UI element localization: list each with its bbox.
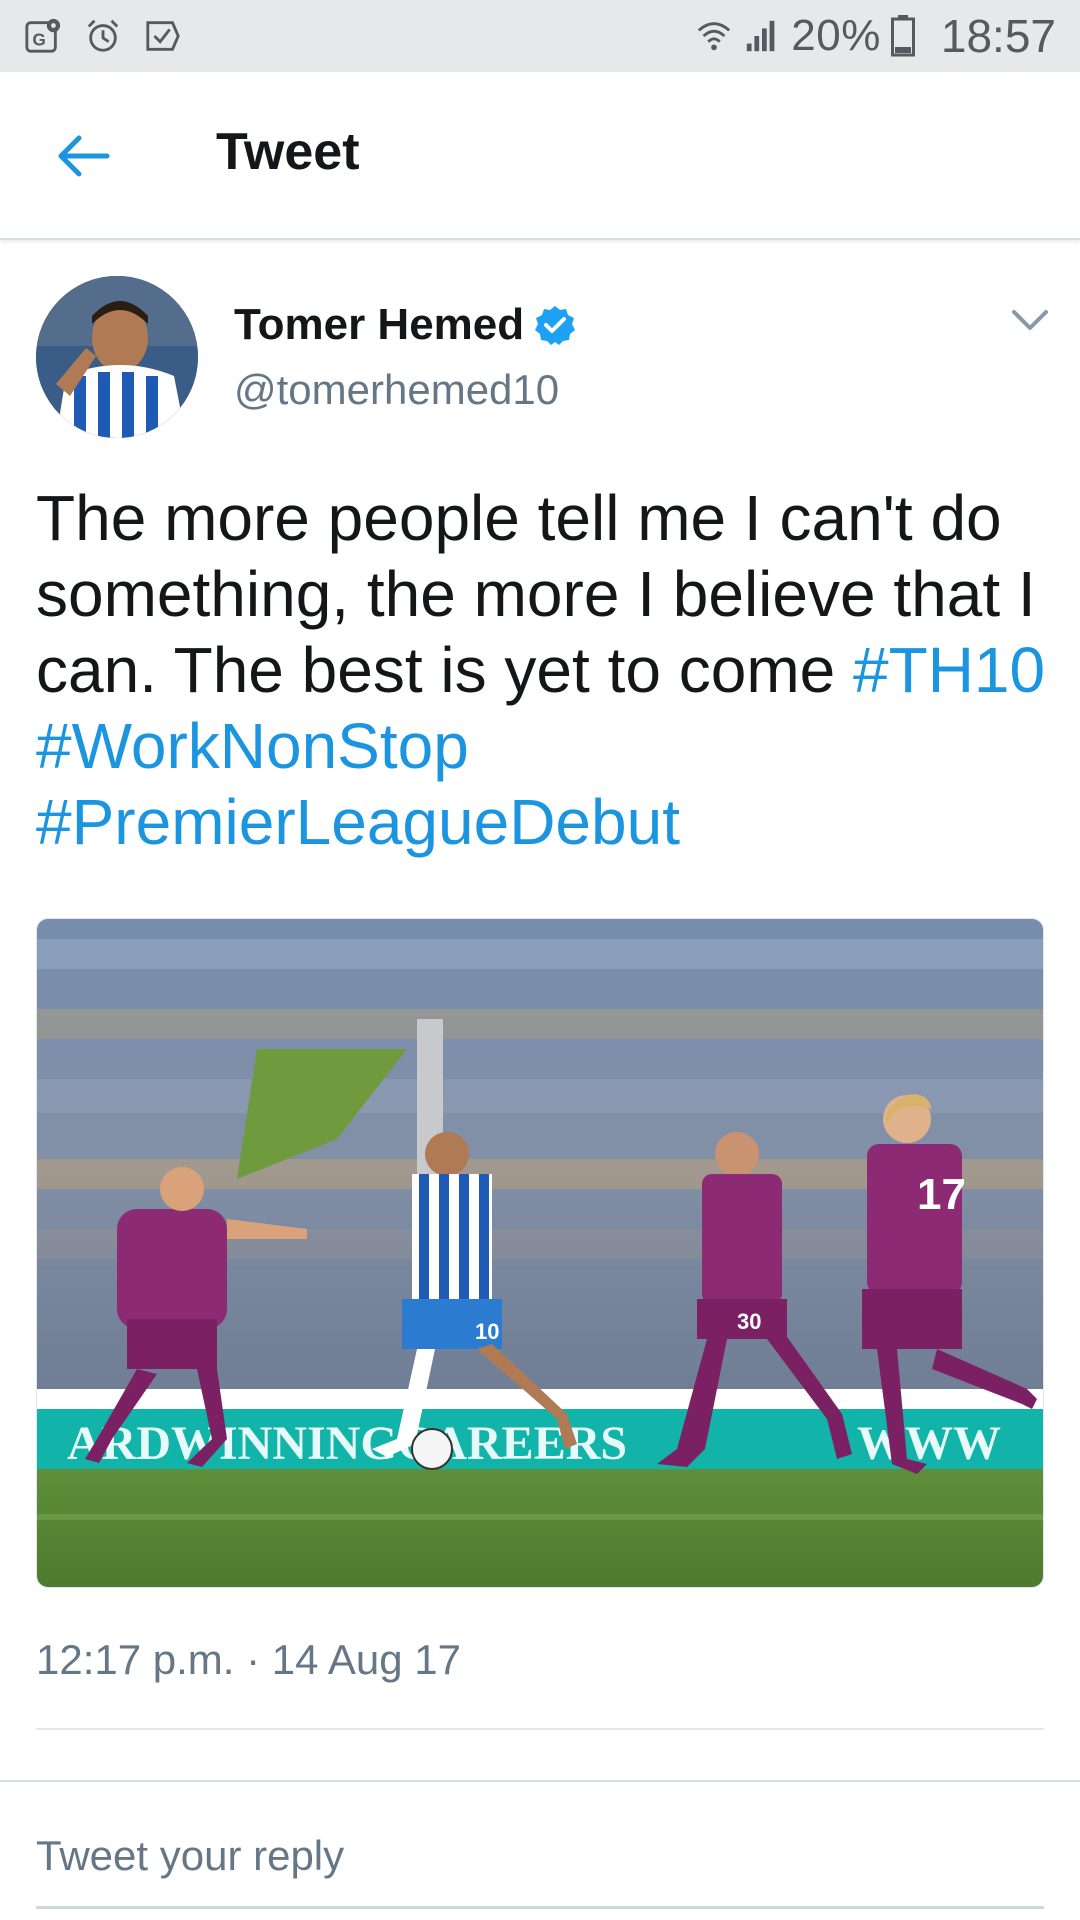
- back-button[interactable]: [48, 126, 118, 186]
- tweet-photo[interactable]: ARDWINNINGCAREERS WWW 10 30 17: [36, 918, 1044, 1588]
- svg-text:WWW: WWW: [857, 1417, 1001, 1470]
- verified-badge-icon: [535, 306, 576, 345]
- top-app-bar: Tweet: [0, 72, 1080, 240]
- hashtag-link[interactable]: #PremierLeagueDebut: [36, 786, 680, 858]
- status-left-icons: G: [24, 17, 182, 55]
- hashtag-link[interactable]: #WorkNonStop: [36, 710, 469, 782]
- status-right: 20% 18:57: [695, 9, 1056, 63]
- tweet-text: The more people tell me I can't do somet…: [36, 480, 1046, 860]
- author-name-row: Tomer Hemed: [234, 300, 576, 350]
- status-bar: G 20% 18:57: [0, 0, 1080, 72]
- map-icon: G: [25, 18, 61, 53]
- wifi-icon: [698, 22, 731, 51]
- reply-input[interactable]: [36, 1826, 1044, 1886]
- battery-percent: 20%: [791, 11, 881, 60]
- avatar-image: [36, 276, 198, 438]
- chevron-down-icon[interactable]: [1008, 300, 1052, 340]
- reply-bar: [0, 1780, 1080, 1920]
- author-handle[interactable]: @tomerhemed10: [234, 366, 559, 414]
- player-number: 10: [475, 1319, 499, 1344]
- divider: [36, 1728, 1044, 1730]
- svg-text:G: G: [33, 31, 46, 50]
- author-name[interactable]: Tomer Hemed: [234, 300, 524, 350]
- battery-icon: [890, 15, 915, 57]
- football-match-photo: ARDWINNINGCAREERS WWW 10 30 17: [37, 919, 1043, 1587]
- player-number: 30: [737, 1309, 761, 1334]
- page-title: Tweet: [216, 123, 360, 181]
- signal-icon: [747, 20, 775, 52]
- avatar[interactable]: [36, 276, 198, 438]
- back-arrow-icon: [58, 135, 110, 177]
- tweet-timestamp: 12:17 p.m. · 14 Aug 17: [36, 1636, 461, 1683]
- player-number: 17: [917, 1170, 966, 1219]
- hashtag-link[interactable]: #TH10: [853, 634, 1045, 706]
- reply-underline: [36, 1906, 1044, 1909]
- status-clock: 18:57: [940, 10, 1056, 62]
- check-icon: [146, 21, 180, 51]
- svg-text:ARDWINNINGCAREERS: ARDWINNINGCAREERS: [67, 1417, 627, 1470]
- alarm-icon: [87, 19, 119, 52]
